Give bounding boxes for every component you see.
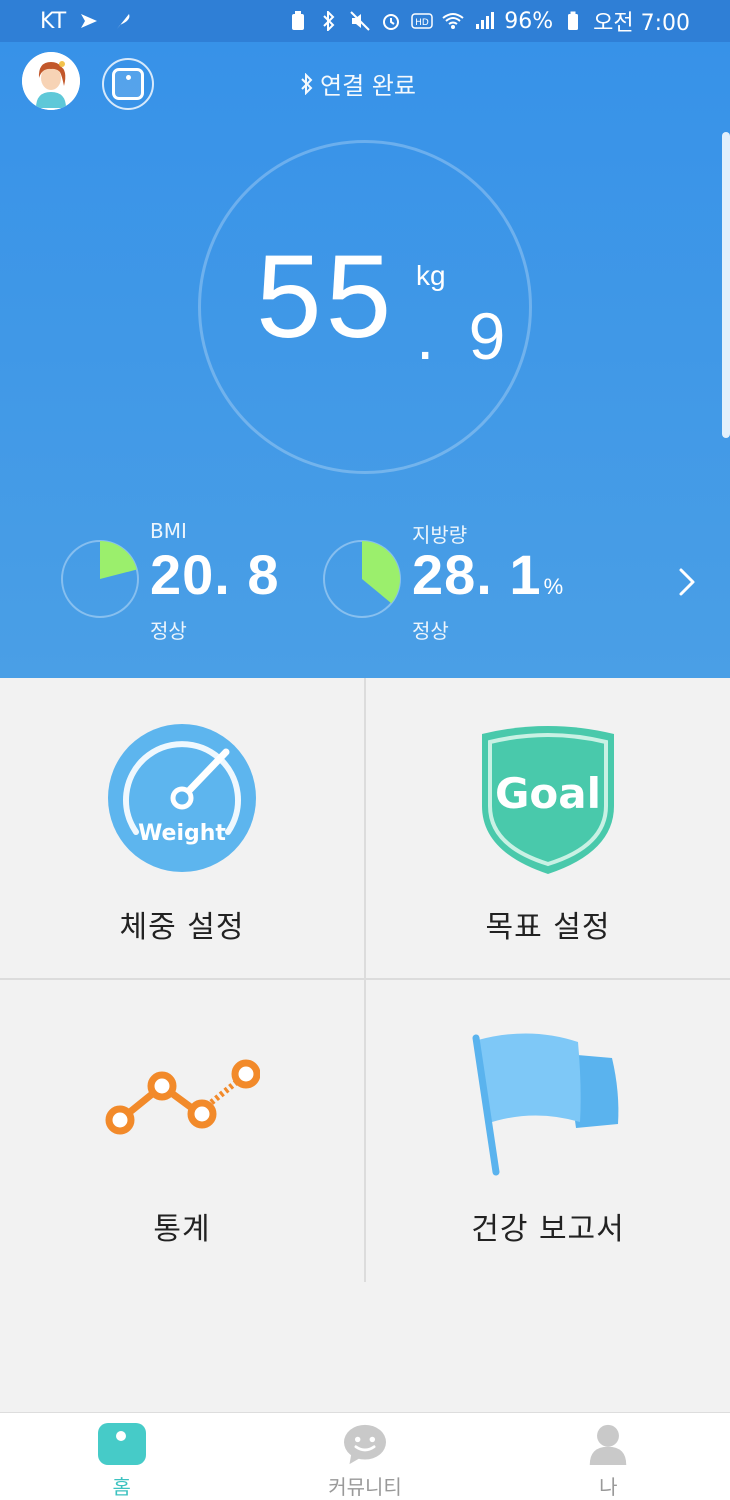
navigation-icon — [78, 10, 100, 32]
alarm-icon — [380, 10, 402, 32]
nav-home[interactable]: 홈 — [0, 1413, 243, 1500]
carrier-label: KT — [40, 8, 67, 34]
weight-gauge-icon: Weight — [108, 724, 256, 872]
svg-text:HD: HD — [415, 18, 429, 28]
pie-fill — [362, 541, 400, 604]
bottom-navigation: 홈 커뮤니티 나 — [0, 1412, 730, 1500]
fat-unit: % — [543, 574, 565, 599]
fat-status: 정상 — [412, 619, 449, 643]
scroll-indicator[interactable] — [722, 132, 730, 438]
bluetooth-small-icon — [301, 72, 313, 95]
status-left: KT — [40, 9, 134, 34]
battery-icon — [562, 10, 584, 32]
goal-setting-tile[interactable]: Goal 목표 설정 — [366, 678, 730, 980]
battery-percent: 96% — [504, 8, 554, 34]
flag-icon — [472, 1033, 619, 1176]
pie-fill — [100, 541, 137, 579]
nav-community-label: 커뮤니티 — [328, 1475, 402, 1499]
mute-icon — [349, 10, 371, 32]
statistics-label: 통계 — [153, 1212, 211, 1247]
chat-bubble-icon — [343, 1424, 386, 1465]
goal-setting-label: 목표 설정 — [485, 910, 611, 945]
bmi-metric[interactable]: BMI 20. 8 정상 — [60, 517, 320, 647]
fat-value: 28. 1% — [412, 543, 565, 606]
weight-integer: 55 — [256, 231, 396, 363]
chevron-right-icon[interactable] — [670, 562, 704, 602]
bmi-pie-icon — [61, 540, 139, 618]
home-scale-icon — [97, 1423, 146, 1465]
bmi-status: 정상 — [150, 619, 187, 643]
statistics-tile[interactable]: 통계 — [0, 980, 364, 1282]
nav-home-label: 홈 — [112, 1475, 131, 1499]
hd-icon: HD — [411, 10, 433, 32]
battery-saver-icon — [287, 10, 309, 32]
weight-decimal: . 9 — [416, 299, 514, 373]
weight-unit: kg — [416, 260, 446, 291]
feather-icon — [112, 10, 134, 32]
health-report-tile[interactable]: 건강 보고서 — [366, 980, 730, 1282]
bmi-value: 20. 8 — [150, 543, 280, 606]
nav-community[interactable]: 커뮤니티 — [243, 1413, 486, 1500]
status-right: HD 96% 오전 7:00 — [287, 5, 690, 37]
grid-vertical-divider — [364, 678, 366, 1282]
weight-header: 연결 완료 55 kg . 9 BMI 20. 8 정상 지방량 28. 1% … — [0, 42, 730, 678]
status-bar: KT HD 96% 오전 7:00 — [0, 0, 730, 42]
nav-me-label: 나 — [599, 1475, 618, 1499]
wifi-icon — [442, 10, 464, 32]
connection-status: 연결 완료 — [300, 66, 416, 101]
bluetooth-icon — [318, 10, 340, 32]
person-icon — [590, 1424, 627, 1465]
fat-pie-icon — [323, 540, 401, 618]
bmi-label: BMI — [150, 519, 187, 543]
grid-horizontal-divider — [0, 978, 730, 980]
weight-setting-label: 체중 설정 — [119, 910, 245, 945]
goal-shield-icon: Goal — [482, 726, 614, 874]
scale-device-button[interactable] — [102, 58, 154, 110]
weight-setting-tile[interactable]: Weight 체중 설정 — [0, 678, 364, 980]
svg-text:Goal: Goal — [495, 769, 601, 818]
body-fat-metric[interactable]: 지방량 28. 1% 정상 — [322, 517, 582, 647]
clock: 오전 7:00 — [593, 11, 690, 36]
scale-icon — [112, 68, 144, 100]
health-report-label: 건강 보고서 — [471, 1212, 625, 1247]
connection-status-label: 연결 완료 — [320, 72, 416, 100]
signal-icon — [473, 10, 495, 32]
line-chart-icon — [105, 1059, 260, 1135]
svg-text:Weight: Weight — [138, 821, 226, 846]
profile-avatar[interactable] — [22, 52, 80, 110]
nav-me[interactable]: 나 — [487, 1413, 730, 1500]
